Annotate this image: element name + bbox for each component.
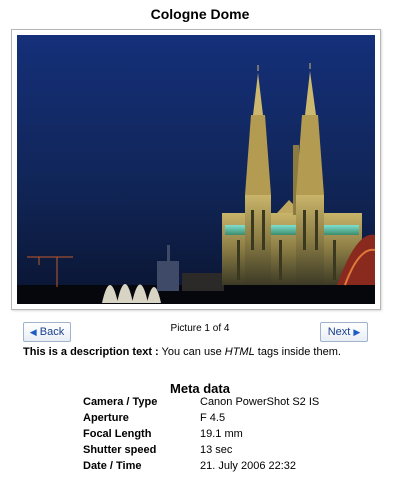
meta-value: 21. July 2006 22:32: [200, 460, 297, 472]
next-label: Next: [327, 326, 351, 338]
meta-row: Shutter speed 13 sec: [83, 444, 319, 460]
page-title: Cologne Dome: [150, 6, 250, 22]
meta-row: Camera / Type Canon PowerShot S2 IS: [83, 396, 319, 412]
meta-value: 13 sec: [200, 444, 233, 456]
description-emphasis: HTML: [224, 346, 255, 358]
meta-row: Date / Time 21. July 2006 22:32: [83, 460, 319, 476]
meta-row: Focal Length 19.1 mm: [83, 428, 319, 444]
description-text-before: You can use: [158, 346, 225, 358]
photo-description: This is a description text : You can use…: [23, 346, 383, 358]
description-label: This is a description text :: [23, 346, 159, 358]
meta-key: Aperture: [83, 412, 129, 424]
meta-data-heading: Meta data: [170, 381, 230, 396]
cathedral-photo[interactable]: [17, 35, 375, 304]
meta-key: Focal Length: [83, 428, 152, 440]
meta-key: Camera / Type: [83, 396, 158, 408]
meta-data-table: Camera / Type Canon PowerShot S2 IS Aper…: [83, 396, 319, 476]
description-text-after: tags inside them.: [254, 346, 341, 358]
photo-frame: [11, 29, 381, 310]
meta-key: Date / Time: [83, 460, 142, 472]
meta-key: Shutter speed: [83, 444, 157, 456]
meta-value: Canon PowerShot S2 IS: [200, 396, 320, 408]
meta-value: 19.1 mm: [200, 428, 243, 440]
meta-value: F 4.5: [200, 412, 226, 424]
triangle-right-icon: ▶: [353, 327, 361, 337]
meta-row: Aperture F 4.5: [83, 412, 319, 428]
next-button[interactable]: Next ▶: [320, 322, 368, 342]
